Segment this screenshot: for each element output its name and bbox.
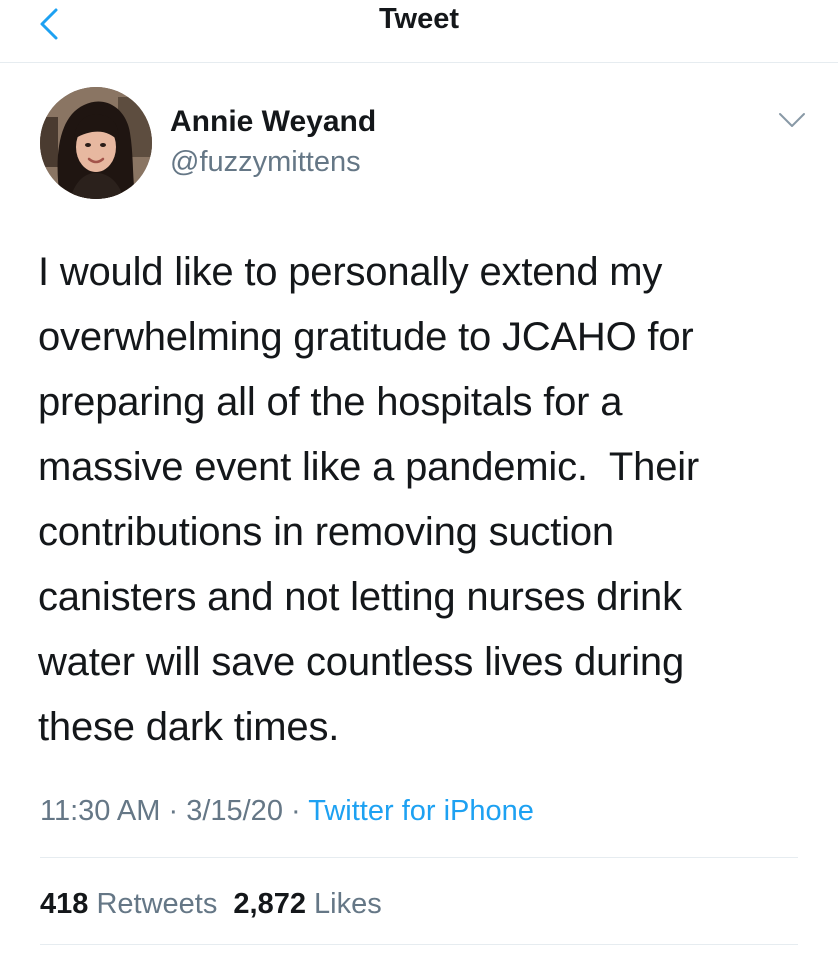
author-name[interactable]: Annie Weyand: [170, 102, 376, 142]
tweet-source-link[interactable]: Twitter for iPhone: [308, 795, 534, 827]
tweet-meta: 11:30 AM · 3/15/20 · Twitter for iPhone: [40, 790, 534, 832]
divider: [40, 857, 798, 858]
likes-stat[interactable]: 2,872 Likes: [233, 888, 381, 920]
tweet-date: 3/15/20: [186, 795, 283, 827]
tweet-text-line: these dark times.: [38, 705, 340, 749]
tweet-time: 11:30 AM: [40, 795, 161, 827]
tweet-menu-button[interactable]: [770, 102, 814, 138]
author-handle[interactable]: @fuzzymittens: [170, 142, 361, 182]
divider: [40, 944, 798, 945]
likes-label: Likes: [314, 888, 382, 920]
tweet-text-line: water will save countless lives during: [38, 640, 685, 684]
chevron-down-icon: [779, 113, 805, 127]
page-title: Tweet: [378, 3, 460, 35]
tweet-text-line: overwhelming gratitude to JCAHO for: [38, 315, 694, 359]
tweet-text-line: I would like to personally extend my: [38, 250, 663, 294]
tweet-text-line: canisters and not letting nurses drink: [38, 575, 682, 619]
avatar[interactable]: [40, 87, 152, 199]
tweet-text-line: preparing all of the hospitals for a: [38, 380, 623, 424]
avatar-photo: [40, 87, 152, 199]
meta-separator: ·: [291, 795, 301, 827]
retweets-count: 418: [40, 888, 89, 920]
retweets-label: Retweets: [96, 888, 218, 920]
meta-separator: ·: [168, 795, 179, 827]
tweet-text-line: contributions in removing suction: [38, 510, 614, 554]
tweet-text: I would like to personally extend my ove…: [38, 240, 818, 760]
likes-count: 2,872: [233, 888, 306, 920]
tweet-text-line: massive event like a pandemic. Their: [38, 445, 700, 489]
retweets-stat[interactable]: 418 Retweets: [40, 888, 225, 920]
top-nav-bar: Tweet: [0, 0, 838, 63]
tweet-stats: 418 Retweets 2,872 Likes: [40, 883, 382, 925]
